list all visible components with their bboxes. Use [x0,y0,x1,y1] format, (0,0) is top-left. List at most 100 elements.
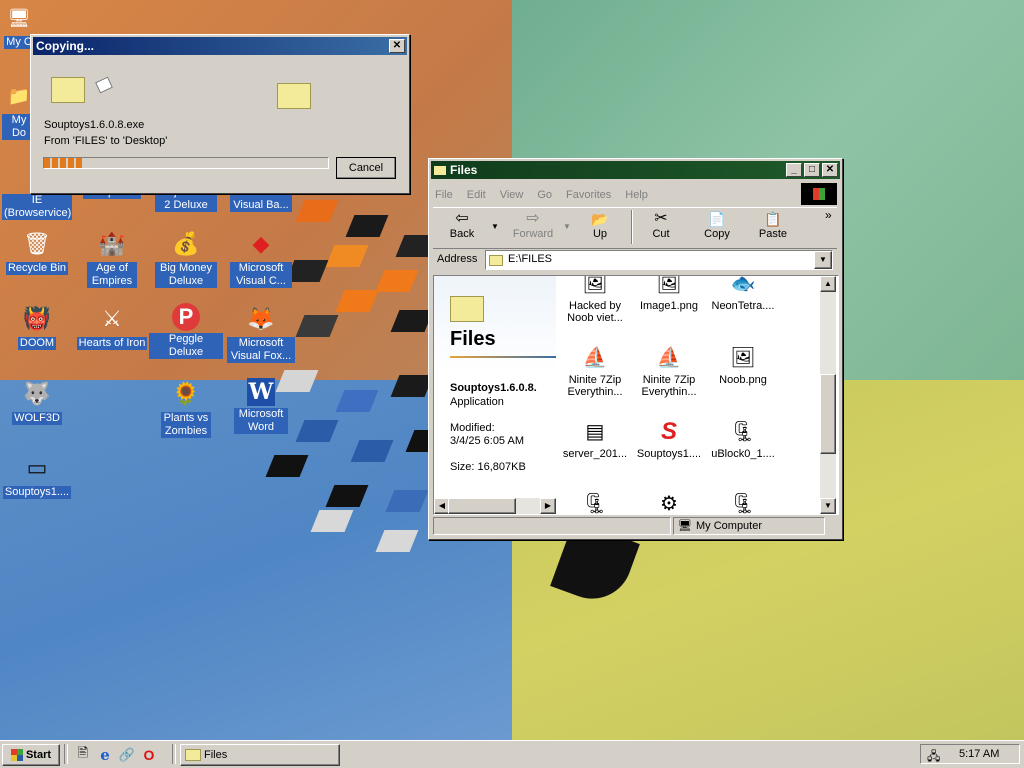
status-bar: 🖥 My Computer [433,517,837,535]
copy-progress-bar [43,157,329,169]
copy-progress-fill [44,158,84,168]
file-item[interactable]: ⛵ Ninite 7Zip Everythin... [558,342,632,398]
desktop-icon-big-money[interactable]: 💰 Big Money Deluxe [149,228,223,288]
swords-icon: ⚔ [102,306,122,331]
recycle-bin-icon: 🗑 [23,231,51,256]
menu-file[interactable]: File [435,189,453,201]
modified-value: 3/4/25 6:05 AM [450,435,524,447]
image-file-icon: 🖼 [656,275,682,295]
close-button[interactable]: ✕ [822,163,838,177]
flying-paper-icon [95,76,113,94]
desktop-icon-plants-vs-zombies[interactable]: 🌻 Plants vs Zombies [149,378,223,438]
desktop-icon-wolf3d[interactable]: 🐺 WOLF3D [0,378,74,425]
taskbar-task-files[interactable]: Files [180,744,340,766]
desktop-icon-age-of-empires[interactable]: 🏰 Age of Empires [75,228,149,288]
scroll-up-button[interactable]: ▲ [820,276,836,292]
files-window-title: Files [450,163,478,177]
scroll-right-button[interactable]: ▶ [540,498,556,514]
up-button[interactable]: 📂 Up [578,210,622,240]
source-folder-icon [51,77,85,103]
computer-icon: 🖥 [7,8,31,28]
menu-view[interactable]: View [500,189,524,201]
forward-dropdown-icon[interactable]: ▼ [563,222,571,231]
start-button[interactable]: Start [2,744,60,766]
copy-dialog-title: Copying... [36,39,94,53]
paste-button[interactable]: 📋 Paste [751,210,795,240]
internet-explorer-icon[interactable]: e [94,746,116,764]
opera-icon[interactable]: O [138,747,160,763]
address-input[interactable]: E:\FILES ▼ [485,250,833,270]
file-item[interactable]: ▤ server_201... [558,416,632,460]
desktop-icon-doom[interactable]: 👹 DOOM [0,303,74,350]
desktop-icon-souptoys[interactable]: ▭ Souptoys1.... [0,452,74,499]
scroll-thumb[interactable] [820,374,836,454]
desktop-icon-peggle[interactable]: P Peggle Deluxe [149,303,223,359]
address-label: Address [437,253,478,265]
up-folder-icon: 📂 [591,211,609,227]
application-window-icon: ▭ [26,455,48,480]
menu-favorites[interactable]: Favorites [566,189,611,201]
network-icon[interactable]: 🖧 [927,747,940,768]
back-dropdown-icon[interactable]: ▼ [491,222,499,231]
desktop-icon-ms-word[interactable]: W Microsoft Word [224,378,298,434]
copy-button[interactable]: 📄 Copy [695,210,739,240]
file-item[interactable]: 🖼 Noob.png [706,342,780,386]
cancel-button[interactable]: Cancel [336,157,396,179]
file-item-selected[interactable]: S Souptoys1.... [632,416,706,460]
toolbar-overflow-chevron-icon[interactable]: » [825,208,832,222]
computer-icon: 🖥 [678,520,692,532]
cut-button[interactable]: ✂ Cut [639,210,683,240]
modified-label: Modified: [450,422,495,434]
installer-icon: ⛵ [656,347,682,369]
file-item[interactable]: 🗜 uBlock0_1.... [706,416,780,460]
scroll-h-thumb[interactable] [448,498,516,514]
address-dropdown-button[interactable]: ▼ [814,251,832,269]
clock[interactable]: 5:17 AM [959,748,999,760]
menu-go[interactable]: Go [537,189,552,201]
size-text: Size: 16,807KB [450,461,526,473]
zip-file-icon: 🗜 [730,493,756,515]
document-icon: ▤ [585,421,605,443]
fish-icon: 🐟 [730,275,756,295]
show-desktop-icon[interactable]: 🖹 [72,744,94,766]
scissors-icon: ✂ [654,210,668,227]
windows-logo-icon [10,749,23,761]
toolbar: ⇦ Back ▼ ⇨ Forward ▼ 📂 Up ✂ Cut 📄 Copy 📋… [433,207,837,249]
file-item[interactable]: 🗜 [558,488,632,514]
file-item[interactable]: 🗜 [706,488,780,515]
file-item[interactable]: ⛵ Ninite 7Zip Everythin... [632,342,706,398]
menu-edit[interactable]: Edit [467,189,486,201]
scroll-down-button[interactable]: ▼ [820,498,836,514]
file-item[interactable]: ⚙ [632,488,706,514]
forward-button[interactable]: ⇨ Forward [505,210,561,240]
vertical-scrollbar[interactable]: ▲ ▼ [820,276,836,514]
minimize-button[interactable]: _ [786,163,802,177]
status-main [433,517,671,535]
folder-icon [489,255,503,266]
back-button[interactable]: ⇦ Back [437,210,487,240]
horizontal-scrollbar[interactable]: ◀ ▶ [434,498,556,514]
desktop-icon-hearts-of-iron[interactable]: ⚔ Hearts of Iron [75,303,149,350]
peggle-icon: P [172,303,200,331]
image-file-icon: 🖼 [582,275,608,295]
desktop-icon-ms-visual-c[interactable]: ◆ Microsoft Visual C... [224,228,298,288]
doom-icon: 👹 [23,306,51,331]
desktop-icon-ms-visual-fox[interactable]: 🦊 Microsoft Visual Fox... [224,303,298,363]
desktop-icon-recycle-bin[interactable]: 🗑 Recycle Bin [0,228,74,275]
copy-icon: 📄 [708,211,726,227]
menu-bar: File Edit View Go Favorites Help [435,185,795,205]
file-item[interactable]: 🐟 NeonTetra.... [706,275,780,312]
files-window: Files _ □ ✕ File Edit View Go Favorites … [428,158,843,540]
channels-icon[interactable]: 🔗 [116,747,138,763]
file-grid: 🖼 Hacked by Noob viet... 🖼 Image1.png 🐟 … [558,276,820,514]
file-item[interactable]: 🖼 Image1.png [632,275,706,312]
file-item[interactable]: 🖼 Hacked by Noob viet... [558,275,632,324]
address-bar: Address E:\FILES ▼ [433,249,837,271]
close-button[interactable]: ✕ [389,39,405,53]
zip-file-icon: 🗜 [730,421,756,443]
fox-icon: 🦊 [247,306,275,331]
copy-from-to: From 'FILES' to 'Desktop' [44,135,168,147]
forward-arrow-icon: ⇨ [526,210,540,227]
maximize-button[interactable]: □ [804,163,820,177]
menu-help[interactable]: Help [625,189,648,201]
